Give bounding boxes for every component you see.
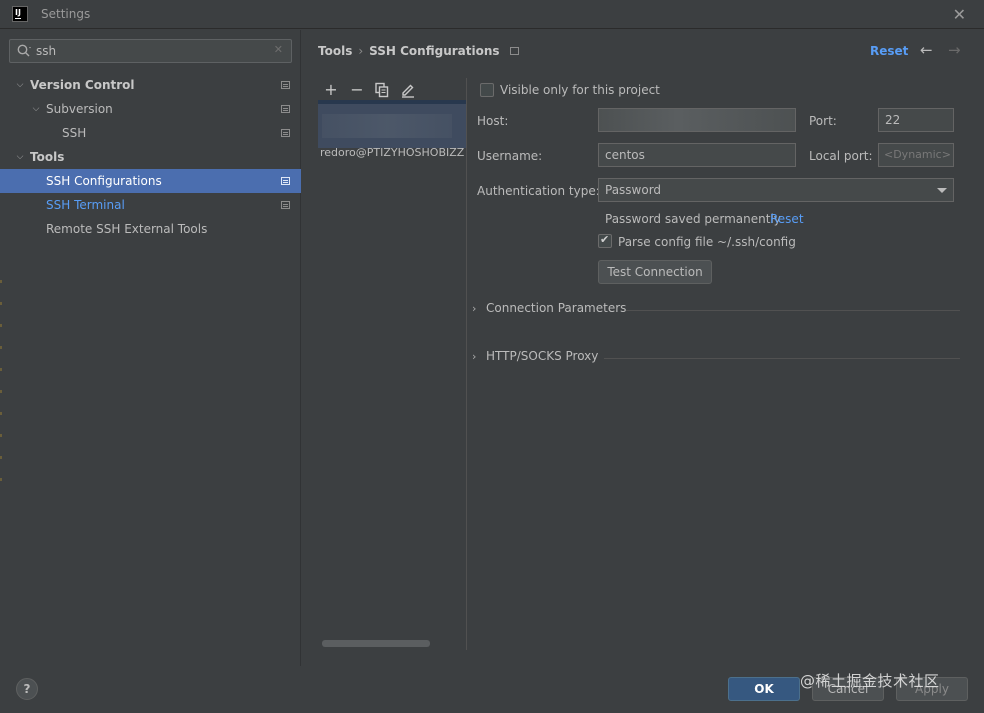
breadcrumb: Tools › SSH Configurations [318, 44, 519, 58]
breadcrumb-current: SSH Configurations [369, 44, 500, 58]
visible-only-checkbox[interactable] [480, 83, 494, 97]
visible-only-label: Visible only for this project [500, 83, 660, 97]
copy-icon[interactable] [374, 82, 390, 98]
settings-sidebar: ✕ ⌵ Version Control ⌵ Subversion SSH ⌵ T… [0, 30, 301, 666]
host-input[interactable] [598, 108, 796, 132]
local-port-label: Local port: [809, 149, 873, 163]
project-scope-icon [281, 129, 290, 137]
password-saved-text: Password saved permanently [605, 212, 781, 226]
tree-item-label: Subversion [46, 102, 113, 116]
tree-item-version-control[interactable]: ⌵ Version Control [0, 73, 301, 97]
list-item[interactable]: redoro@PTIZYHOSHOBIZZ [320, 146, 466, 164]
breadcrumb-parent[interactable]: Tools [318, 44, 352, 58]
breadcrumb-separator: › [358, 44, 364, 58]
intellij-logo-icon: IJ [12, 6, 28, 22]
watermark: @稀土掘金技术社区 [800, 672, 940, 690]
test-connection-button[interactable]: Test Connection [598, 260, 712, 284]
project-scope-icon [281, 105, 290, 113]
tree-item-ssh[interactable]: SSH [0, 121, 301, 145]
title-bar: IJ Settings ✕ [0, 0, 984, 29]
chevron-down-icon[interactable]: ⌵ [14, 73, 26, 97]
chevron-down-icon[interactable]: ⌵ [30, 97, 42, 121]
tree-item-remote-ssh-external-tools[interactable]: Remote SSH External Tools [0, 217, 301, 241]
forward-arrow-icon[interactable]: → [948, 41, 961, 59]
project-scope-icon [281, 201, 290, 209]
host-label: Host: [477, 114, 509, 128]
project-scope-icon [281, 81, 290, 89]
chevron-down-icon[interactable]: ⌵ [14, 145, 26, 169]
tree-item-label: Tools [30, 150, 65, 164]
close-icon[interactable]: ✕ [953, 5, 966, 24]
tree-item-label: Remote SSH External Tools [46, 222, 208, 236]
chevron-right-icon[interactable]: › [472, 350, 476, 363]
search-field[interactable]: ✕ [9, 39, 292, 63]
ssh-config-list-panel: + − redoro@PTIZYHOSHOBIZZ [318, 78, 467, 650]
parse-config-checkbox[interactable] [598, 233, 612, 248]
chevron-right-icon[interactable]: › [472, 302, 476, 315]
edit-icon[interactable] [400, 82, 416, 98]
connection-parameters-label: Connection Parameters [486, 301, 627, 315]
horizontal-scrollbar[interactable] [322, 640, 430, 647]
tree-item-label: SSH Terminal [46, 198, 125, 212]
clear-search-icon[interactable]: ✕ [274, 43, 283, 56]
help-button[interactable]: ? [16, 678, 38, 700]
back-arrow-icon[interactable]: ← [920, 41, 933, 59]
edge-markers [0, 280, 2, 500]
dialog-footer: ? OK Cancel Apply @稀土掘金技术社区 [0, 666, 984, 713]
settings-tree: ⌵ Version Control ⌵ Subversion SSH ⌵ Too… [0, 73, 301, 241]
project-scope-icon [509, 47, 519, 55]
add-icon[interactable]: + [321, 80, 341, 100]
search-input[interactable] [36, 42, 266, 60]
proxy-label: HTTP/SOCKS Proxy [486, 349, 599, 363]
tree-item-label: SSH Configurations [46, 174, 162, 188]
password-reset-link[interactable]: Reset [770, 212, 804, 226]
connection-parameters-section[interactable]: › Connection Parameters [472, 300, 960, 320]
auth-type-value: Password [605, 183, 662, 197]
reset-link[interactable]: Reset [870, 44, 908, 58]
username-input[interactable]: centos [598, 143, 796, 167]
tree-item-label: Version Control [30, 78, 135, 92]
list-item-selected[interactable] [318, 100, 466, 148]
port-input[interactable]: 22 [878, 108, 954, 132]
auth-type-label: Authentication type: [477, 184, 600, 198]
settings-content: Tools › SSH Configurations Reset ← → + − r… [302, 30, 984, 666]
auth-type-select[interactable]: Password [598, 178, 954, 202]
section-divider [626, 310, 960, 311]
ok-button[interactable]: OK [728, 677, 800, 701]
tree-item-ssh-configurations[interactable]: SSH Configurations [0, 169, 301, 193]
window-title: Settings [41, 7, 91, 21]
dropdown-arrow-icon [937, 188, 947, 193]
port-label: Port: [809, 114, 837, 128]
tree-item-label: SSH [62, 126, 87, 140]
section-divider [604, 358, 960, 359]
tree-item-ssh-terminal[interactable]: SSH Terminal [0, 193, 301, 217]
remove-icon[interactable]: − [347, 80, 367, 100]
parse-config-label: Parse config file ~/.ssh/config [618, 235, 796, 249]
project-scope-icon [281, 177, 290, 185]
local-port-input[interactable]: <Dynamic> [878, 143, 954, 167]
search-icon [17, 44, 31, 57]
proxy-section[interactable]: › HTTP/SOCKS Proxy [472, 348, 960, 368]
redacted-entry [322, 114, 452, 138]
username-label: Username: [477, 149, 543, 163]
tree-item-tools[interactable]: ⌵ Tools [0, 145, 301, 169]
tree-item-subversion[interactable]: ⌵ Subversion [0, 97, 301, 121]
